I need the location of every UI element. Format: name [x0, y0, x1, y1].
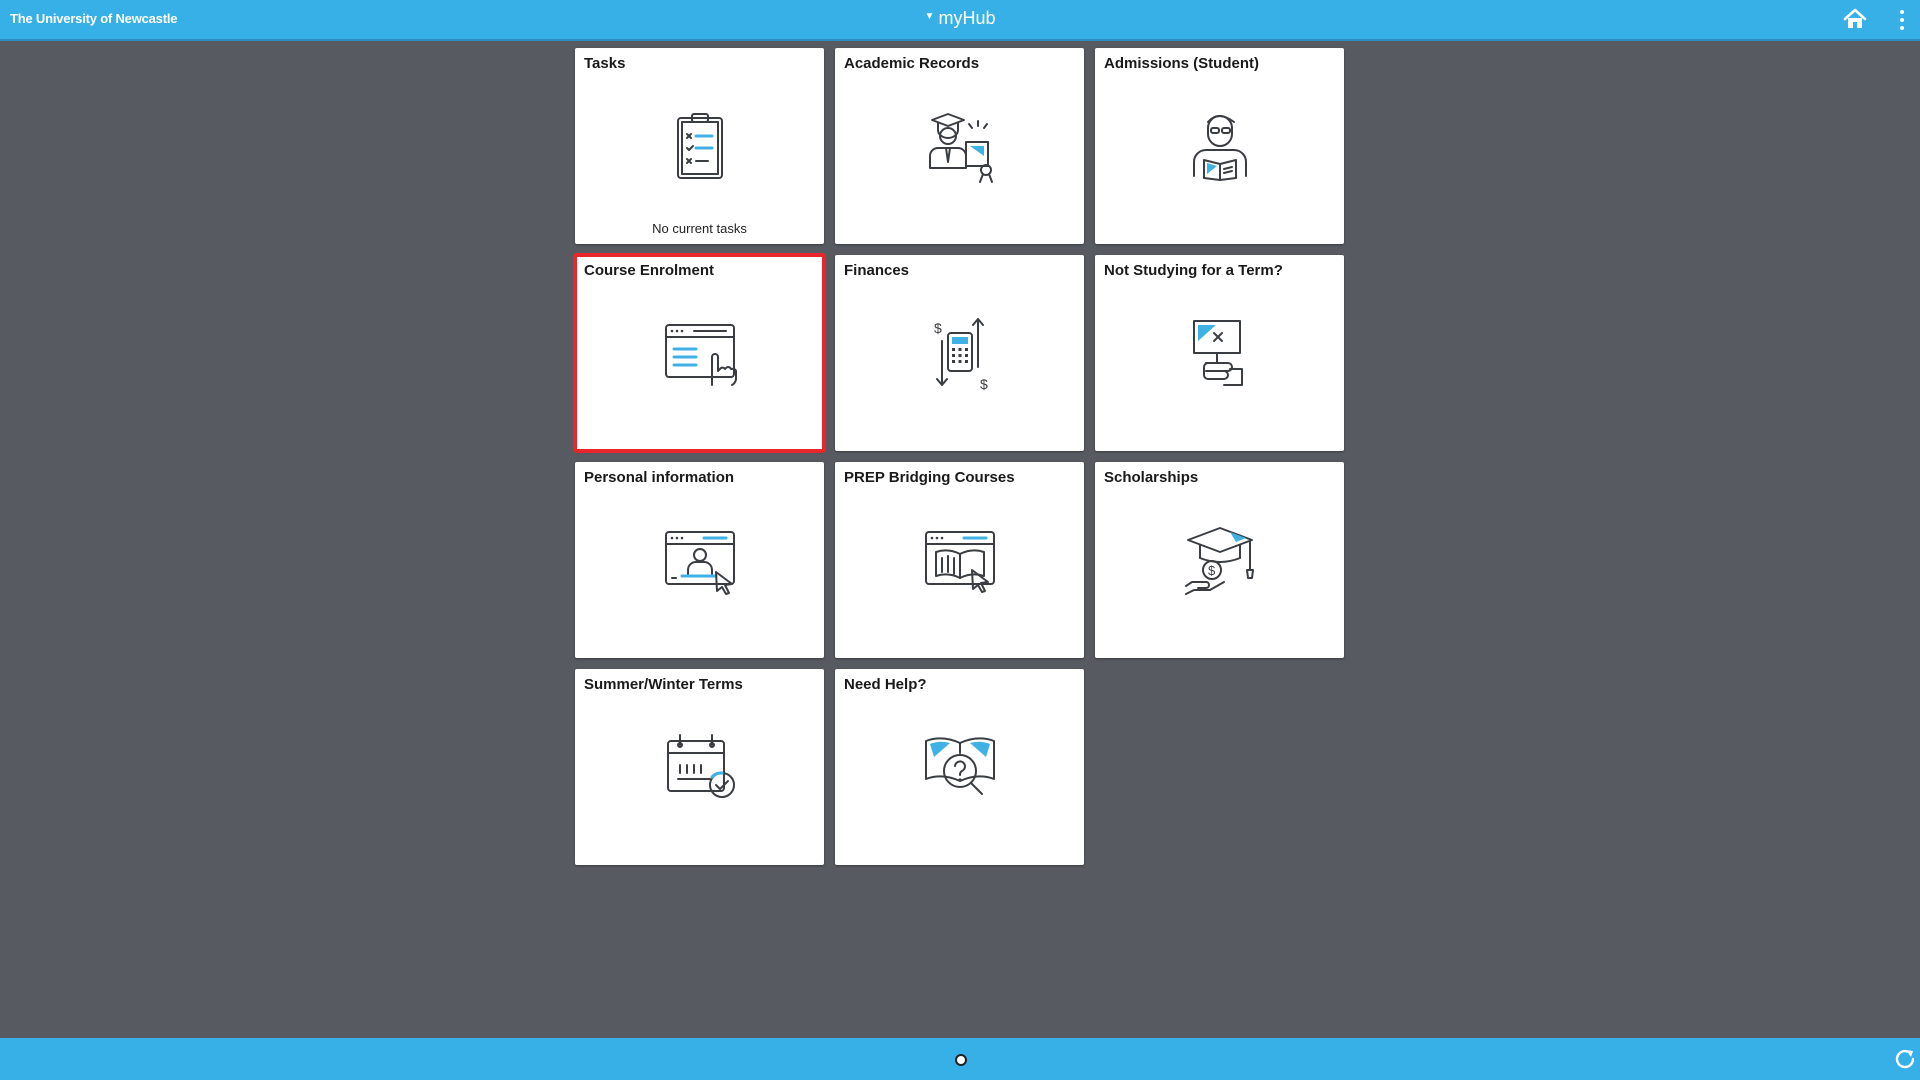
more-vertical-icon: [1900, 10, 1904, 14]
tile-title: Admissions (Student): [1104, 55, 1260, 72]
tile-title: Not Studying for a Term?: [1104, 262, 1283, 279]
graduation-cap-money-hand-icon: $: [1184, 527, 1254, 595]
tile-title: Personal information: [584, 469, 735, 486]
book-question-magnifier-icon: [924, 737, 995, 795]
refresh-icon: [1895, 1049, 1915, 1069]
tile-title: Finances: [844, 262, 910, 279]
tile-summer-winter-terms[interactable]: Summer/Winter Terms: [575, 669, 824, 865]
tile-title: Course Enrolment: [584, 262, 715, 279]
tile-title: PREP Bridging Courses: [844, 469, 1015, 486]
svg-text:$: $: [980, 376, 988, 392]
tile-title: Need Help?: [844, 676, 927, 693]
graduate-certificate-icon: [928, 113, 993, 183]
browser-person-cursor-icon: [664, 531, 735, 595]
tile-tasks[interactable]: Tasks No current tasks: [575, 48, 824, 244]
home-button[interactable]: [1842, 6, 1868, 32]
tile-title: Academic Records: [844, 55, 980, 72]
more-options-button[interactable]: [1892, 6, 1912, 34]
svg-text:$: $: [1208, 563, 1216, 578]
home-icon: [1843, 8, 1867, 28]
tile-not-studying-for-a-term[interactable]: Not Studying for a Term?: [1095, 255, 1344, 451]
homepage-selector[interactable]: ▼ myHub: [925, 8, 996, 29]
homepage-title: myHub: [938, 8, 996, 28]
tile-title: Tasks: [584, 55, 626, 72]
hand-sign-cross-icon: [1192, 320, 1243, 386]
university-brand: The University of Newcastle: [10, 11, 178, 26]
refresh-button[interactable]: [1892, 1046, 1918, 1072]
tile-prep-bridging-courses[interactable]: PREP Bridging Courses: [835, 462, 1084, 658]
calendar-check-icon: [666, 734, 735, 798]
caret-down-icon: ▼: [924, 11, 935, 22]
tile-title: Summer/Winter Terms: [584, 676, 743, 693]
page-dot-icon[interactable]: [955, 1054, 967, 1066]
tile-title: Scholarships: [1104, 469, 1199, 486]
tile-admissions-student[interactable]: Admissions (Student): [1095, 48, 1344, 244]
tile-scholarships[interactable]: Scholarships $: [1095, 462, 1344, 658]
browser-hand-click-icon: [664, 324, 737, 386]
bottom-bar: [0, 1038, 1920, 1080]
tile-course-enrolment[interactable]: Course Enrolment: [573, 253, 826, 453]
clipboard-checklist-icon: [676, 113, 723, 179]
top-banner: The University of Newcastle ▼ myHub: [0, 0, 1920, 41]
tile-need-help[interactable]: Need Help?: [835, 669, 1084, 865]
svg-text:$: $: [934, 320, 942, 336]
student-reading-icon: [1192, 115, 1247, 181]
browser-book-cursor-icon: [924, 531, 995, 593]
calculator-dollar-arrows-icon: $ $: [934, 318, 988, 392]
tile-personal-information[interactable]: Personal information: [575, 462, 824, 658]
tile-academic-records[interactable]: Academic Records: [835, 48, 1084, 244]
tile-subtitle: No current tasks: [652, 221, 747, 236]
tile-finances[interactable]: Finances $ $: [835, 255, 1084, 451]
